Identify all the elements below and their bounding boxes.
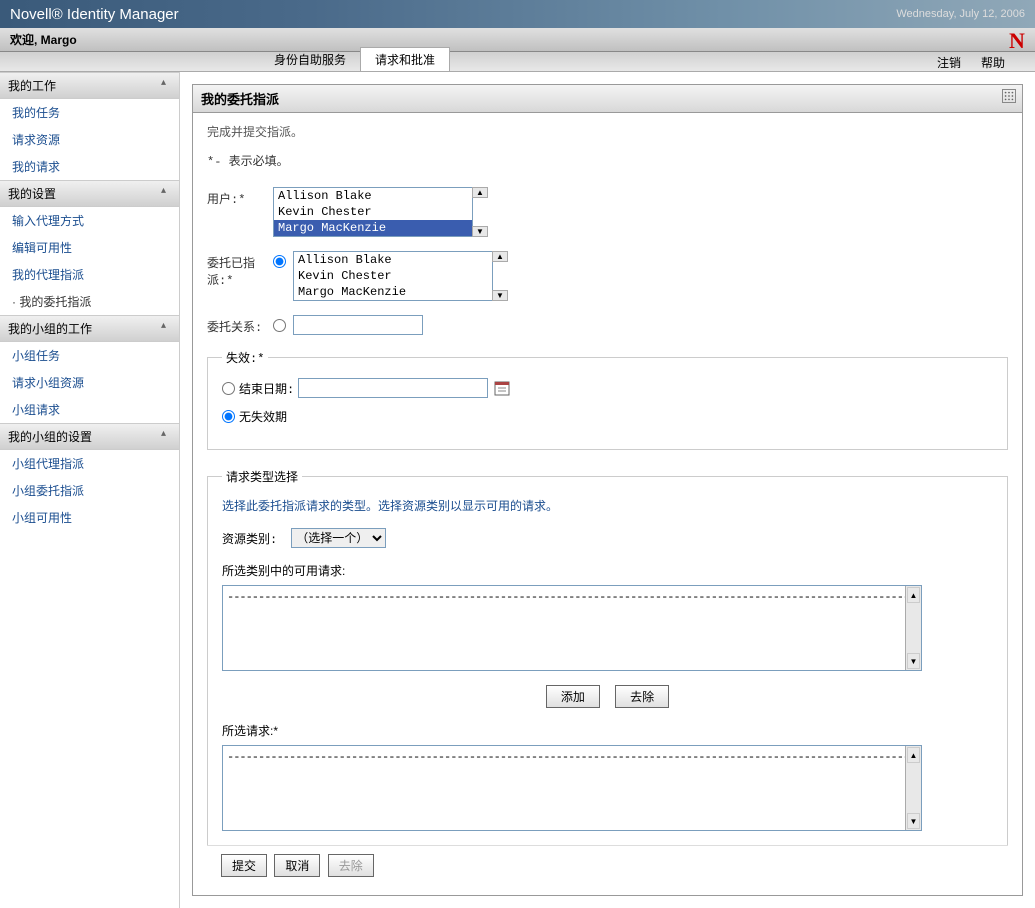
scroll-up-icon[interactable]: ▲ [907,587,920,603]
required-note: *- 表示必填。 [207,152,1008,169]
submit-button[interactable]: 提交 [221,854,267,877]
sidebar: 我的工作▴ 我的任务 请求资源 我的请求 我的设置▴ 输入代理方式 编辑可用性 … [0,72,180,908]
collapse-icon[interactable]: ▴ [161,428,173,440]
delegate-relation-radio[interactable] [273,319,286,332]
no-expiry-label: 无失效期 [239,408,287,425]
sidebar-item-request-resource[interactable]: 请求资源 [0,126,179,153]
expiry-legend: 失效:* [222,349,268,366]
delegate-assigned-radio[interactable] [273,255,286,268]
scroll-up-icon[interactable]: ▲ [907,747,920,763]
app-title: Novell® Identity Manager [10,6,179,23]
category-select[interactable]: （选择一个） [291,528,386,548]
category-label: 资源类别: [222,530,277,547]
welcome-bar: 欢迎, Margo [0,28,1035,52]
collapse-icon[interactable]: ▴ [161,320,173,332]
sidebar-group-mysettings: 我的设置▴ [0,180,179,207]
main-panel: 我的委托指派 完成并提交指派。 *- 表示必填。 用户:* Allison Bl… [192,84,1023,896]
panel-title: 我的委托指派 [193,85,1022,113]
user-listbox[interactable]: Allison Blake Kevin Chester Margo MacKen… [273,187,473,237]
list-item[interactable]: Allison Blake [274,188,472,204]
sidebar-item-team-delegate[interactable]: 小组委托指派 [0,477,179,504]
end-date-label: 结束日期: [239,380,294,397]
calendar-icon[interactable] [494,380,510,396]
list-item[interactable]: Margo MacKenzie [274,220,472,236]
instruction-text: 完成并提交指派。 [207,123,1008,140]
tab-self-service[interactable]: 身份自助服务 [260,48,360,71]
app-header: Novell® Identity Manager Wednesday, July… [0,0,1035,28]
sidebar-group-teamsettings: 我的小组的设置▴ [0,423,179,450]
scroll-down-icon[interactable]: ▼ [472,226,488,237]
delegate-listbox[interactable]: Allison Blake Kevin Chester Margo MacKen… [293,251,493,301]
welcome-text: 欢迎, Margo [10,31,77,48]
list-item[interactable]: Margo MacKenzie [294,284,492,300]
sidebar-item-team-proxy[interactable]: 小组代理指派 [0,450,179,477]
delegate-label: 委托已指派:* [207,251,273,288]
user-label: 用户:* [207,187,273,207]
sidebar-item-my-delegate[interactable]: · 我的委托指派 [0,288,179,315]
sidebar-item-mytasks[interactable]: 我的任务 [0,99,179,126]
list-item[interactable]: Kevin Chester [274,204,472,220]
sidebar-item-team-tasks[interactable]: 小组任务 [0,342,179,369]
tab-requests[interactable]: 请求和批准 [360,47,450,71]
tabs-bar: 身份自助服务 请求和批准 注销 帮助 [0,52,1035,72]
no-expiry-radio[interactable] [222,410,235,423]
sidebar-item-myrequests[interactable]: 我的请求 [0,153,179,180]
header-date: Wednesday, July 12, 2006 [896,8,1025,20]
sidebar-group-mywork: 我的工作▴ [0,72,179,99]
end-date-radio[interactable] [222,382,235,395]
scroll-down-icon[interactable]: ▼ [492,290,508,301]
sidebar-item-my-proxy[interactable]: 我的代理指派 [0,261,179,288]
sidebar-item-team-requests[interactable]: 小组请求 [0,396,179,423]
reqtype-fieldset: 请求类型选择 选择此委托指派请求的类型。选择资源类别以显示可用的请求。 资源类别… [207,468,1008,845]
sidebar-item-team-request-resource[interactable]: 请求小组资源 [0,369,179,396]
list-item[interactable]: Allison Blake [294,252,492,268]
relation-label: 委托关系: [207,315,273,335]
sidebar-item-edit-availability[interactable]: 编辑可用性 [0,234,179,261]
collapse-icon[interactable]: ▴ [161,77,173,89]
sidebar-item-team-availability[interactable]: 小组可用性 [0,504,179,531]
scroll-up-icon[interactable]: ▲ [492,251,508,262]
reqtype-legend: 请求类型选择 [222,468,302,485]
panel-options-icon[interactable] [1002,89,1016,103]
reqtype-note: 选择此委托指派请求的类型。选择资源类别以显示可用的请求。 [222,497,993,514]
help-link[interactable]: 帮助 [981,54,1005,71]
end-date-input[interactable] [298,378,488,398]
scroll-up-icon[interactable]: ▲ [472,187,488,198]
expiry-fieldset: 失效:* 结束日期: 无失效期 [207,349,1008,450]
scroll-down-icon[interactable]: ▼ [907,653,920,669]
available-label: 所选类别中的可用请求: [222,562,993,579]
sidebar-group-teamwork: 我的小组的工作▴ [0,315,179,342]
collapse-icon[interactable]: ▴ [161,185,173,197]
selected-label: 所选请求:* [222,722,993,739]
novell-logo: N [1007,28,1027,52]
remove-button[interactable]: 去除 [615,685,669,708]
sidebar-item-proxy-mode[interactable]: 输入代理方式 [0,207,179,234]
relation-input[interactable] [293,315,423,335]
scroll-down-icon[interactable]: ▼ [907,813,920,829]
available-requests-list[interactable]: ----------------------------------------… [222,585,922,671]
list-item[interactable]: Kevin Chester [294,268,492,284]
selected-requests-list[interactable]: ----------------------------------------… [222,745,922,831]
cancel-button[interactable]: 取消 [274,854,320,877]
logout-link[interactable]: 注销 [937,54,961,71]
svg-text:N: N [1009,28,1025,52]
delete-button[interactable]: 去除 [328,854,374,877]
add-button[interactable]: 添加 [546,685,600,708]
